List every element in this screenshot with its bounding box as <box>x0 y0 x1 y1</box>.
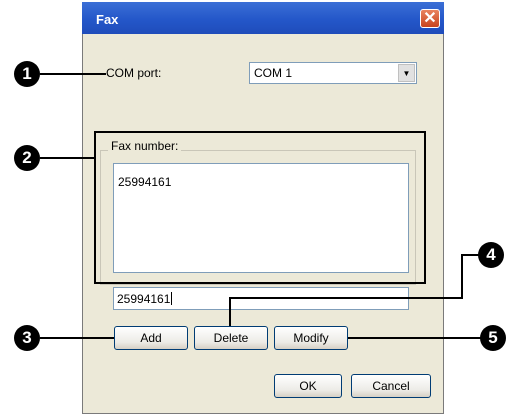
callout-lines <box>40 73 482 339</box>
callout-4: 4 <box>478 242 504 268</box>
callout-2: 2 <box>14 145 40 171</box>
callout-3: 3 <box>14 325 40 351</box>
callout-line-4 <box>229 254 480 326</box>
callout-1: 1 <box>14 61 40 87</box>
callout-5: 5 <box>480 325 506 351</box>
